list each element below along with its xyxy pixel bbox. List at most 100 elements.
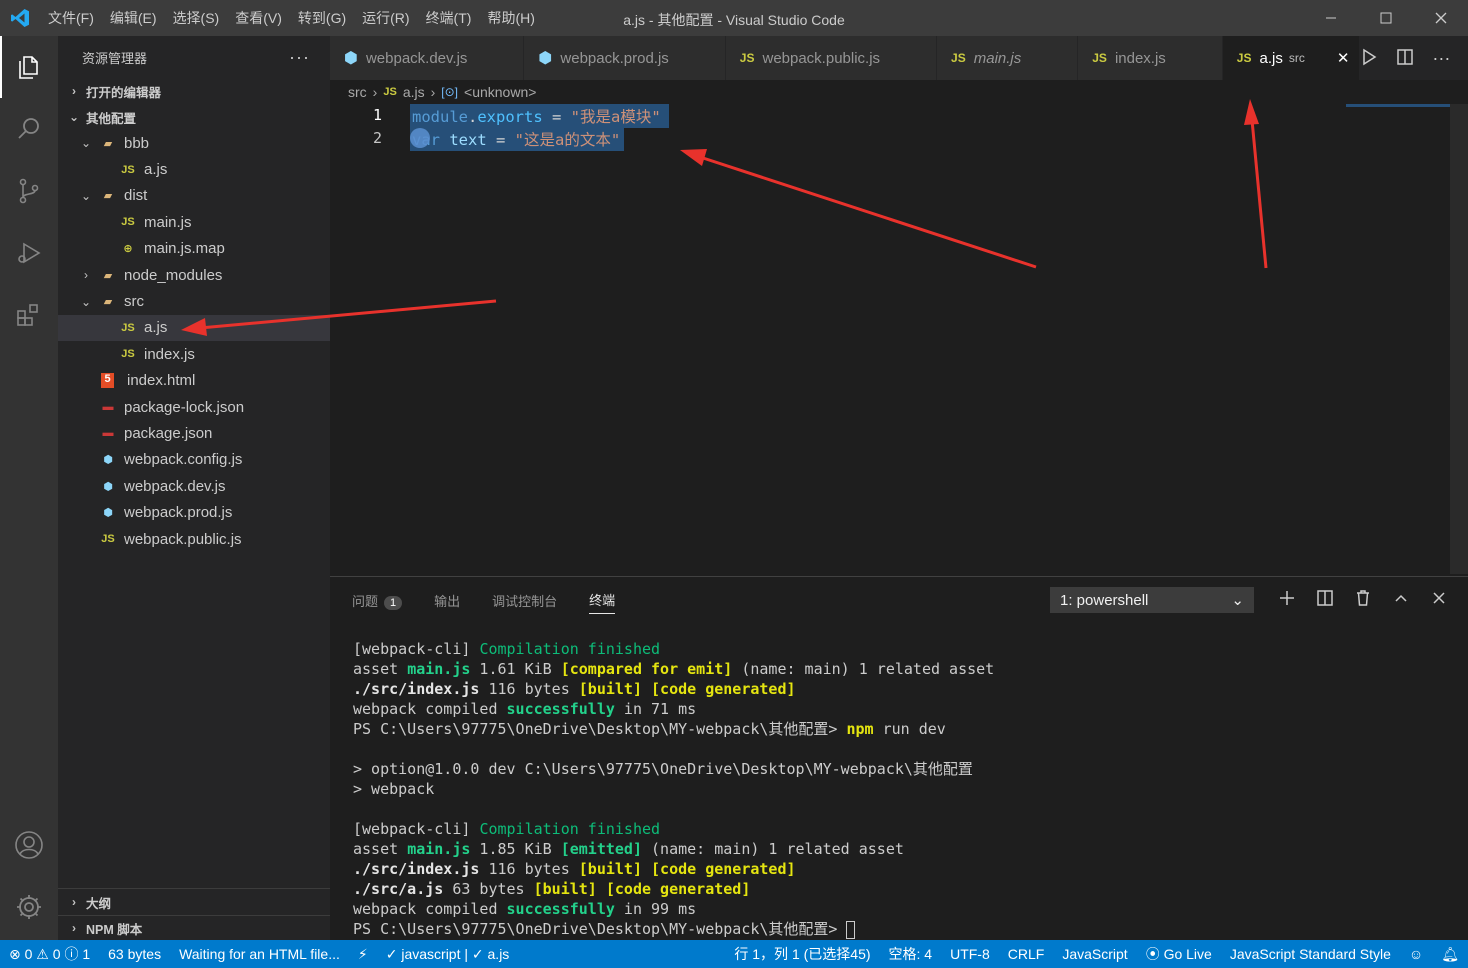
new-terminal-icon[interactable] — [1278, 589, 1296, 610]
feedback-icon[interactable]: ☺ — [1400, 946, 1432, 962]
tab-output[interactable]: 输出 — [434, 591, 460, 610]
menu-item-3[interactable]: 查看(V) — [227, 0, 290, 36]
language-mode-status[interactable]: JavaScript — [1053, 946, 1136, 962]
tab-webpack-prod-js[interactable]: ⬢ webpack.prod.js — [524, 36, 726, 80]
waiting-status[interactable]: Waiting for an HTML file... — [170, 946, 349, 962]
tab-index-js[interactable]: JS index.js — [1078, 36, 1223, 80]
breadcrumb-symbol[interactable]: <unknown> — [464, 84, 536, 100]
menu-item-6[interactable]: 终端(T) — [418, 0, 480, 36]
explorer-icon[interactable] — [0, 36, 58, 98]
code-line-2[interactable]: var text = "这是a的文本" — [410, 127, 625, 151]
tree-item[interactable]: ⌄ ▰ bbb — [58, 130, 330, 156]
terminal-output[interactable]: [webpack-cli] Compilation finished asset… — [353, 639, 994, 939]
split-editor-icon[interactable] — [1396, 48, 1414, 69]
project-section[interactable]: ⌄ 其他配置 — [58, 104, 330, 130]
tree-item-label: node_modules — [124, 266, 223, 284]
tab-webpack-dev-js[interactable]: ⬢ webpack.dev.js — [330, 36, 525, 80]
go-live-button[interactable]: ⦿ Go Live — [1137, 944, 1221, 964]
chevron-right-icon: › — [72, 84, 76, 98]
code-line-1[interactable]: module.exports = "我是a模块" — [410, 104, 669, 128]
lint-style-status[interactable]: JavaScript Standard Style — [1221, 946, 1400, 962]
js-file-icon: JS — [121, 216, 135, 229]
close-window-button[interactable] — [1413, 0, 1468, 36]
tab-a-js[interactable]: JS a.js src ✕ — [1222, 36, 1361, 80]
menu-item-2[interactable]: 选择(S) — [165, 0, 228, 36]
search-icon[interactable] — [0, 98, 58, 160]
tree-item-label: index.html — [127, 372, 196, 390]
account-icon[interactable] — [0, 814, 58, 876]
npm-scripts-section[interactable]: › NPM 脚本 — [58, 915, 330, 941]
lightning-icon[interactable]: ⚡ — [349, 946, 377, 963]
file-size-status[interactable]: 63 bytes — [99, 946, 170, 962]
notifications-bell-icon[interactable]: 🔔︎ — [1432, 946, 1468, 963]
menu-item-5[interactable]: 运行(R) — [354, 0, 417, 36]
editor-scrollbar[interactable] — [1450, 104, 1468, 574]
tree-item[interactable]: JS a.js — [58, 156, 330, 182]
npm-file-icon: ▬ — [102, 427, 114, 440]
breadcrumb-folder[interactable]: src — [348, 84, 367, 100]
maximize-panel-icon[interactable] — [1392, 589, 1410, 610]
cursor-position-status[interactable]: 行 1，列 1 (已选择45) — [725, 944, 879, 964]
folder-icon: ▰ — [103, 296, 113, 309]
menu-item-1[interactable]: 编辑(E) — [102, 0, 165, 36]
tree-item[interactable]: 5 index.html — [58, 368, 330, 394]
tree-item[interactable]: JS webpack.public.js — [58, 526, 330, 552]
tree-item[interactable]: JS a.js — [58, 314, 330, 342]
activity-bar — [0, 36, 58, 940]
close-tab-icon[interactable]: ✕ — [1337, 49, 1350, 67]
tab-debug-console[interactable]: 调试控制台 — [492, 591, 557, 610]
tab-terminal[interactable]: 终端 — [589, 590, 616, 614]
lightbulb-icon[interactable] — [410, 128, 430, 148]
terminal-select[interactable]: 1: powershell ⌄ — [1050, 587, 1254, 613]
trash-icon[interactable] — [1354, 589, 1372, 610]
tab-problems[interactable]: 问题 1 — [352, 591, 403, 610]
editor-tabs: ⬢ webpack.dev.js ⬢ webpack.prod.js JS webpack… — [330, 36, 1468, 80]
more-actions-icon[interactable]: ··· — [289, 47, 310, 68]
tree-item-label: dist — [124, 187, 148, 205]
settings-gear-icon[interactable] — [0, 876, 58, 938]
js-file-icon: JS — [1092, 51, 1107, 65]
lint-status[interactable]: ✓ javascript | ✓ a.js — [377, 946, 519, 963]
tree-item[interactable]: › ▰ node_modules — [58, 262, 330, 288]
eol-status[interactable]: CRLF — [999, 946, 1054, 962]
tree-item[interactable]: ⬢ webpack.dev.js — [58, 473, 330, 499]
chevron-right-icon: › — [372, 84, 378, 100]
encoding-status[interactable]: UTF-8 — [941, 946, 999, 962]
tab-label: webpack.prod.js — [560, 49, 669, 67]
run-debug-icon[interactable] — [0, 222, 58, 284]
split-terminal-icon[interactable] — [1316, 589, 1334, 610]
breadcrumb-file[interactable]: a.js — [403, 84, 425, 100]
js-file-icon: JS — [1236, 51, 1252, 65]
tree-item[interactable]: JS index.js — [58, 341, 330, 367]
js-file-icon: JS — [121, 321, 135, 334]
tree-item[interactable]: ⬢ webpack.config.js — [58, 447, 330, 473]
tab-main-js[interactable]: JS main.js — [937, 36, 1079, 80]
chevron-down-icon: ⌄ — [1231, 592, 1244, 609]
indentation-status[interactable]: 空格: 4 — [880, 944, 942, 964]
js-file-icon: JS — [951, 51, 966, 65]
run-file-icon[interactable] — [1360, 48, 1378, 69]
tree-item[interactable]: ⊕ main.js.map — [58, 236, 330, 262]
close-panel-icon[interactable] — [1430, 589, 1448, 610]
menu-item-0[interactable]: 文件(F) — [40, 0, 102, 36]
tree-item[interactable]: ⌄ ▰ src — [58, 288, 330, 314]
open-editors-section[interactable]: › 打开的编辑器 — [58, 78, 330, 104]
maximize-button[interactable] — [1358, 0, 1413, 36]
tree-item[interactable]: ▬ package.json — [58, 420, 330, 446]
tree-item[interactable]: JS main.js — [58, 209, 330, 235]
extensions-icon[interactable] — [0, 284, 58, 346]
more-actions-icon[interactable]: ··· — [1432, 48, 1450, 69]
status-bar: ⊗ 0 ⚠ 0 ⓘ 1 63 bytes Waiting for an HTML… — [0, 940, 1468, 968]
tree-item[interactable]: ▬ package-lock.json — [58, 394, 330, 420]
menu-item-4[interactable]: 转到(G) — [290, 0, 354, 36]
chevron-right-icon: › — [430, 84, 436, 100]
tree-item[interactable]: ⬢ webpack.prod.js — [58, 499, 330, 525]
minimize-button[interactable] — [1303, 0, 1358, 36]
tab-webpack-public-js[interactable]: JS webpack.public.js — [725, 36, 938, 80]
problems-status[interactable]: ⊗ 0 ⚠ 0 ⓘ 1 — [0, 944, 99, 964]
menu-item-7[interactable]: 帮助(H) — [479, 0, 542, 36]
source-control-icon[interactable] — [0, 160, 58, 222]
tree-item[interactable]: ⌄ ▰ dist — [58, 183, 330, 209]
outline-section[interactable]: › 大纲 — [58, 889, 330, 915]
tree-item-label: webpack.dev.js — [124, 477, 226, 495]
